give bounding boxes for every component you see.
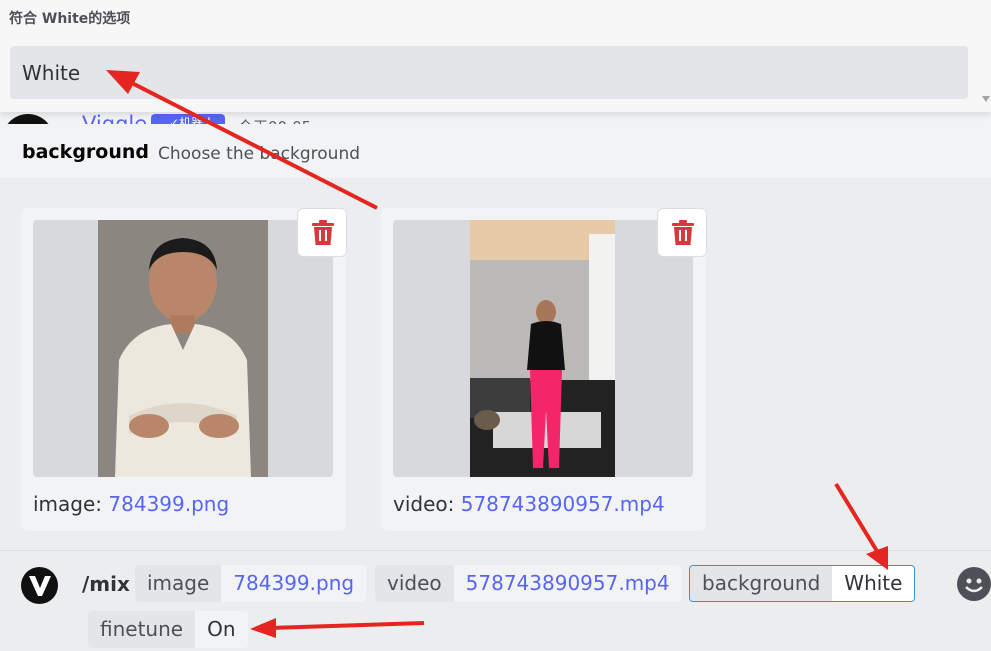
option-chip-value[interactable]: White (832, 566, 915, 601)
option-chip-video[interactable]: video 578743890957.mp4 (375, 565, 682, 602)
attachment-thumbnail-image[interactable] (33, 220, 333, 477)
viggle-logo-icon (29, 576, 51, 596)
attachment-filename-link[interactable]: 578743890957.mp4 (461, 492, 665, 516)
option-chip-key: background (690, 566, 833, 601)
option-chip-value[interactable]: On (195, 611, 248, 648)
delete-attachment-button[interactable] (297, 208, 347, 257)
option-chip-key: finetune (88, 611, 196, 648)
option-chip-key: image (135, 565, 222, 602)
attachment-caption: video: 578743890957.mp4 (393, 492, 665, 516)
smiley-icon (965, 578, 983, 593)
command-name: /mix (82, 572, 130, 596)
scroll-down-icon[interactable] (982, 96, 990, 102)
attachment-thumbnail-video[interactable] (393, 220, 693, 477)
trash-icon (312, 220, 334, 245)
autocomplete-option-white[interactable]: White (10, 46, 968, 99)
option-chip-value[interactable]: 784399.png (221, 565, 367, 602)
autocomplete-header: 符合 White的选项 (9, 11, 131, 27)
attachment-filename-link[interactable]: 784399.png (108, 492, 229, 516)
option-description: Choose the background (158, 144, 361, 164)
command-input-bar: /mix image 784399.png video 578743890957… (0, 550, 991, 651)
option-chip-image[interactable]: image 784399.png (135, 565, 367, 602)
attachment-caption: image: 784399.png (33, 492, 229, 516)
bot-app-icon (21, 567, 58, 604)
trash-icon (672, 220, 694, 245)
portrait-photo (98, 220, 268, 477)
option-chip-key: video (375, 565, 454, 602)
delete-attachment-button[interactable] (657, 208, 707, 257)
option-chip-value[interactable]: 578743890957.mp4 (453, 565, 682, 602)
emoji-picker-button[interactable] (957, 567, 991, 601)
option-name: background (22, 141, 149, 163)
option-description-bar: background Choose the background (0, 124, 991, 178)
option-chip-background[interactable]: background White (689, 565, 916, 602)
option-chip-finetune[interactable]: finetune On (88, 611, 248, 648)
attachments-area: image: 784399.png video: 578743890957.mp… (0, 178, 991, 550)
autocomplete-option-label: White (22, 61, 81, 85)
attachment-card-video: video: 578743890957.mp4 (381, 208, 707, 531)
autocomplete-popup: 符合 White的选项 White (0, 0, 991, 112)
attachment-kind-label: image: (33, 492, 109, 516)
attachment-card-image: image: 784399.png (21, 208, 347, 531)
attachment-kind-label: video: (393, 492, 461, 516)
video-frame-photo (470, 220, 615, 477)
